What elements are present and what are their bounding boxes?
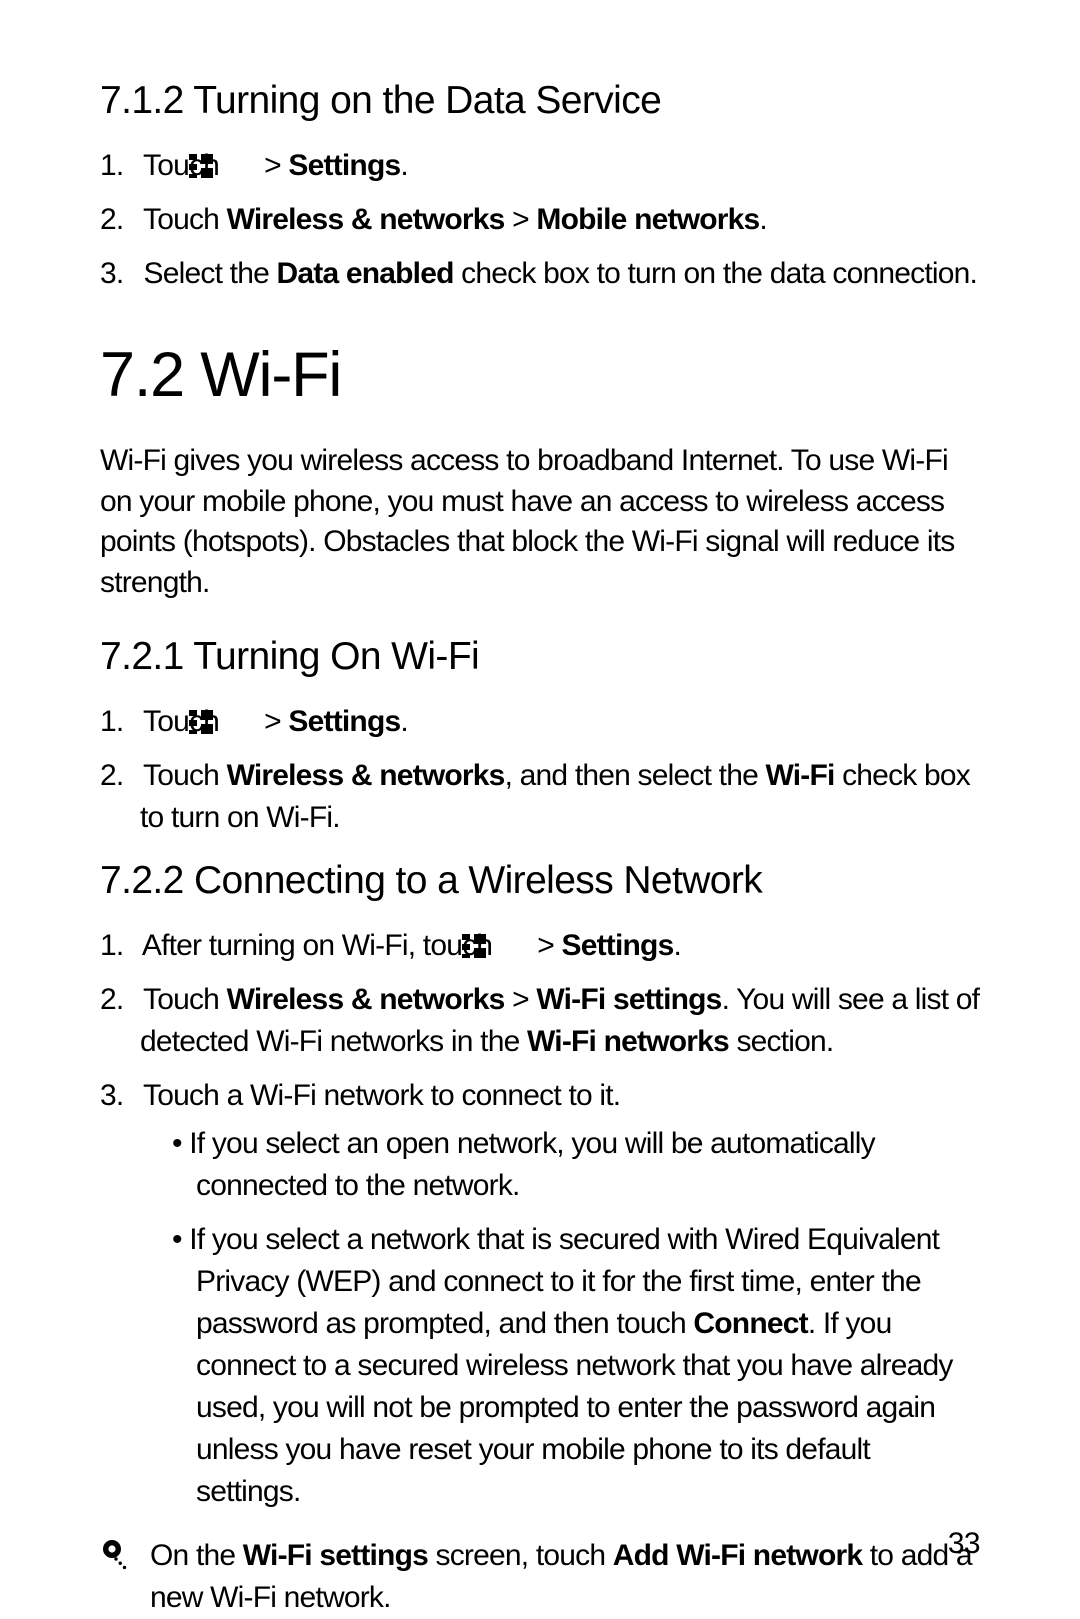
- steps-722: After turning on Wi-Fi, touch > Settings…: [100, 925, 980, 1513]
- list-item: If you select a network that is secured …: [172, 1219, 980, 1513]
- bullets-722: If you select an open network, you will …: [140, 1123, 980, 1513]
- bold: Wi-Fi: [766, 759, 835, 792]
- heading-712: 7.1.2 Turning on the Data Service: [100, 79, 980, 123]
- settings-label: Settings: [562, 929, 674, 962]
- bold: Add Wi-Fi network: [613, 1539, 862, 1572]
- steps-721: Touch > Settings. Touch Wireless & netwo…: [100, 701, 980, 839]
- text: >: [264, 705, 288, 738]
- bold: Wi-Fi settings: [243, 1539, 428, 1572]
- bold: Mobile networks: [536, 203, 759, 236]
- bold: Connect: [693, 1307, 807, 1340]
- settings-label: Settings: [288, 149, 400, 182]
- bold: Wi-Fi networks: [527, 1025, 729, 1058]
- text: Touch: [143, 149, 227, 182]
- step: Touch > Settings.: [100, 145, 980, 187]
- text: Touch: [143, 983, 227, 1016]
- text: Touch a Wi-Fi network to connect to it.: [143, 1079, 620, 1112]
- text: .: [759, 203, 767, 236]
- bold: Wireless & networks: [227, 203, 505, 236]
- step: Touch Wireless & networks, and then sele…: [100, 755, 980, 839]
- text: >: [264, 149, 288, 182]
- document-page: 7.1.2 Turning on the Data Service Touch …: [0, 0, 1080, 1617]
- step: Select the Data enabled check box to tur…: [100, 253, 980, 295]
- note-icon: [100, 1535, 150, 1576]
- text: If you select an open network, you will …: [189, 1127, 875, 1202]
- apps-icon: [229, 704, 253, 728]
- text: Select the: [144, 257, 277, 290]
- bold: Wireless & networks: [227, 759, 505, 792]
- note-text: On the Wi-Fi settings screen, touch Add …: [150, 1535, 980, 1619]
- apps-icon: [229, 148, 253, 172]
- steps-712: Touch > Settings. Touch Wireless & netwo…: [100, 145, 980, 295]
- list-item: If you select an open network, you will …: [172, 1123, 980, 1207]
- intro-72: Wi-Fi gives you wireless access to broad…: [100, 441, 980, 603]
- heading-72: 7.2 Wi-Fi: [100, 339, 980, 411]
- text: On the: [150, 1539, 243, 1572]
- text: , and then select the: [505, 759, 766, 792]
- text: .: [673, 929, 681, 962]
- step: Touch Wireless & networks > Wi-Fi settin…: [100, 979, 980, 1063]
- heading-722: 7.2.2 Connecting to a Wireless Network: [100, 859, 980, 903]
- text: section.: [729, 1025, 834, 1058]
- text: Touch: [143, 203, 227, 236]
- page-number: 33: [948, 1527, 980, 1561]
- text: Touch: [143, 759, 227, 792]
- text: Touch: [143, 705, 227, 738]
- bold: Data enabled: [277, 257, 454, 290]
- step: After turning on Wi-Fi, touch > Settings…: [100, 925, 980, 967]
- text: .: [400, 149, 408, 182]
- text: >: [537, 929, 561, 962]
- text: After turning on Wi-Fi, touch: [142, 929, 500, 962]
- apps-icon: [502, 928, 526, 952]
- text: >: [505, 203, 537, 236]
- note-block: On the Wi-Fi settings screen, touch Add …: [100, 1535, 980, 1619]
- text: >: [505, 983, 537, 1016]
- text: check box to turn on the data connection…: [454, 257, 977, 290]
- step: Touch > Settings.: [100, 701, 980, 743]
- heading-721: 7.2.1 Turning On Wi-Fi: [100, 635, 980, 679]
- step: Touch a Wi-Fi network to connect to it. …: [100, 1075, 980, 1513]
- settings-label: Settings: [288, 705, 400, 738]
- text: screen, touch: [428, 1539, 613, 1572]
- bold: Wireless & networks: [227, 983, 505, 1016]
- bold: Wi-Fi settings: [536, 983, 721, 1016]
- text: .: [400, 705, 408, 738]
- step: Touch Wireless & networks > Mobile netwo…: [100, 199, 980, 241]
